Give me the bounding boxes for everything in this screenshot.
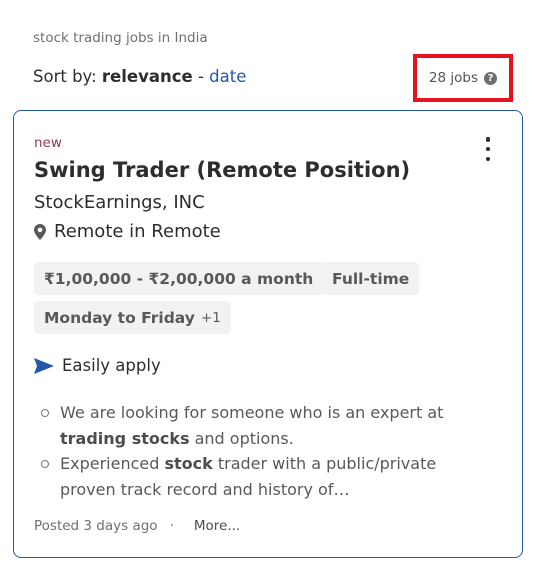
job-title[interactable]: Swing Trader (Remote Position) (34, 158, 410, 182)
card-footer: Posted 3 days ago · More... (34, 518, 240, 534)
sort-separator: - (192, 67, 210, 86)
search-caption: stock trading jobs in India (33, 30, 208, 46)
easily-apply-label: Easily apply (62, 356, 161, 375)
posted-date: Posted 3 days ago (34, 518, 158, 534)
schedule-text: Monday to Friday (44, 308, 195, 327)
schedule-tag: Monday to Friday +1 (34, 301, 231, 334)
easily-apply: Easily apply (34, 356, 161, 375)
salary-tag: ₹1,00,000 - ₹2,00,000 a month (34, 262, 324, 295)
job-location: Remote in Remote (34, 221, 221, 242)
location-pin-icon (34, 223, 46, 240)
job-card[interactable]: new Swing Trader (Remote Position) Stock… (13, 110, 523, 558)
job-type-text: Full-time (332, 269, 410, 288)
more-options-icon[interactable] (484, 137, 492, 161)
job-type-tag: Full-time (322, 262, 420, 295)
sort-prefix: Sort by: (33, 67, 102, 86)
more-link[interactable]: More... (194, 518, 240, 534)
snippet-item: We are looking for someone who is an exp… (34, 400, 474, 451)
company-name: StockEarnings, INC (34, 192, 205, 213)
schedule-more: +1 (200, 309, 221, 326)
location-text: Remote in Remote (54, 221, 221, 242)
sort-active-relevance: relevance (101, 67, 193, 86)
job-snippet: We are looking for someone who is an exp… (34, 400, 474, 502)
job-count: 28 jobs (428, 70, 479, 86)
sort-date-link[interactable]: date (209, 67, 246, 86)
footer-separator: · (169, 518, 174, 534)
sort-by: Sort by: relevance - date (33, 67, 246, 86)
snippet-item: Experienced stock trader with a public/p… (34, 451, 474, 502)
salary-text: ₹1,00,000 - ₹2,00,000 a month (44, 269, 314, 288)
help-icon[interactable]: ? (484, 71, 498, 85)
new-badge: new (34, 135, 62, 151)
send-arrow-icon (34, 357, 54, 374)
job-count-highlight: 28 jobs ? (413, 54, 513, 102)
